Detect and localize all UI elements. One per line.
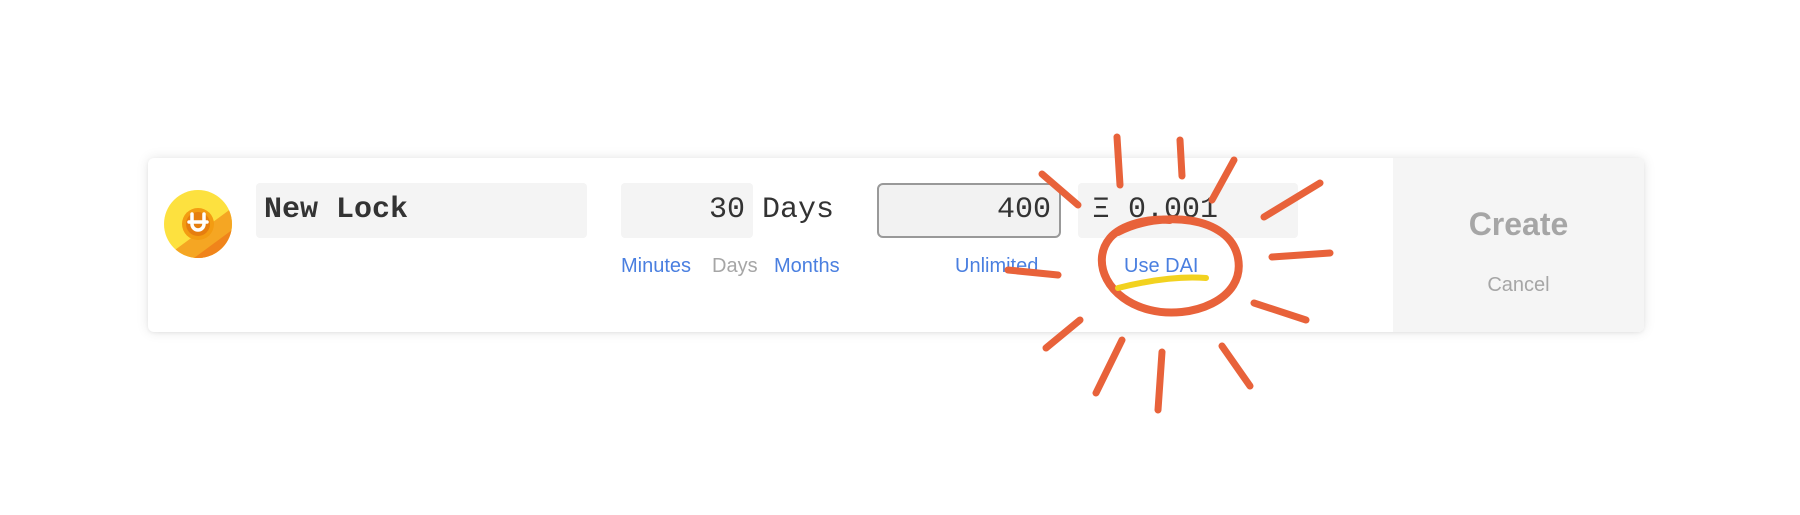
cancel-button[interactable]: Cancel	[1393, 274, 1644, 297]
stage: Create Cancel New Lock 30 Days 400 Ξ 0.0…	[0, 0, 1800, 515]
action-panel: Create Cancel	[1393, 158, 1644, 332]
use-dai-link[interactable]: Use DAI	[1124, 255, 1198, 278]
unlock-logo-icon	[164, 190, 232, 258]
duration-unit-label: Days	[762, 193, 835, 227]
doodle-ray	[1092, 336, 1126, 397]
duration-option-minutes[interactable]: Minutes	[621, 255, 691, 278]
create-button[interactable]: Create	[1393, 206, 1644, 243]
doodle-ray	[1154, 348, 1166, 414]
duration-input[interactable]: 30	[621, 183, 753, 238]
duration-option-days[interactable]: Days	[712, 255, 758, 278]
key-price-input[interactable]: Ξ 0.001	[1078, 183, 1298, 238]
duration-option-months[interactable]: Months	[774, 255, 840, 278]
doodle-ray	[1218, 342, 1254, 390]
max-keys-input[interactable]: 400	[877, 183, 1061, 238]
unlimited-keys-link[interactable]: Unlimited	[955, 255, 1038, 278]
lock-name-input[interactable]: New Lock	[256, 183, 587, 238]
